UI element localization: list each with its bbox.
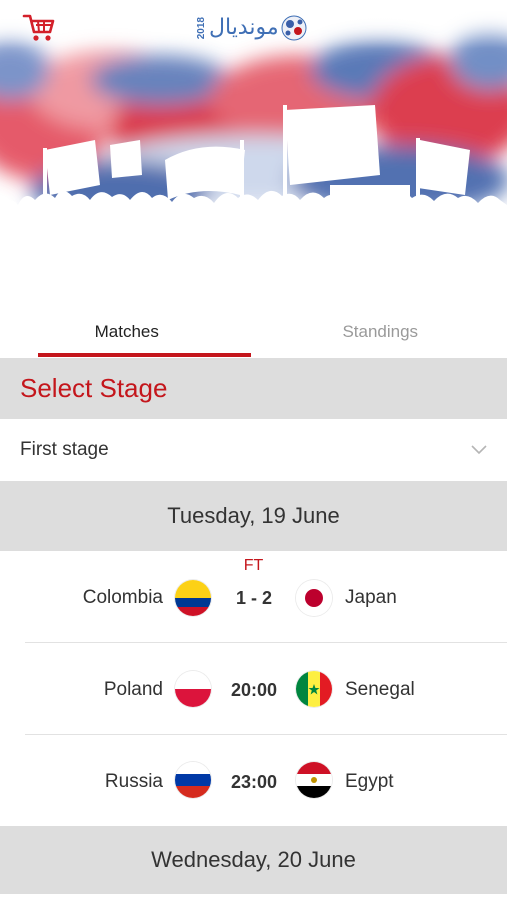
senegal-flag-icon <box>296 671 332 707</box>
home-team-name: Colombia <box>82 587 163 608</box>
tab-standings-label: Standings <box>342 322 419 341</box>
home-team-name: Poland <box>103 679 163 700</box>
date-label: Wednesday, 20 June <box>151 847 356 872</box>
tab-matches[interactable]: Matches <box>0 306 254 358</box>
match-row[interactable]: FT Colombia 1 - 2 Japan <box>0 551 507 643</box>
russia-flag-icon <box>175 762 211 798</box>
match-status: FT <box>243 557 264 574</box>
app-logo: 2018 مونديال <box>196 10 307 46</box>
poland-flag-icon <box>175 671 211 707</box>
tab-matches-label: Matches <box>94 322 159 341</box>
stage-title: Select Stage <box>20 373 168 403</box>
away-team-name: Egypt <box>345 771 394 792</box>
stage-dropdown[interactable]: First stage <box>0 419 507 481</box>
date-header: Wednesday, 20 June <box>0 826 507 894</box>
away-team-name: Senegal <box>345 679 415 700</box>
home-team-name: Russia <box>104 771 163 792</box>
cart-icon[interactable] <box>22 12 56 44</box>
stage-section-header: Select Stage <box>0 358 507 419</box>
match-time: 23:00 <box>230 772 278 792</box>
tab-bar: Matches Standings <box>0 306 507 358</box>
away-team-name: Japan <box>345 587 397 608</box>
egypt-flag-icon <box>296 762 332 798</box>
match-time: 20:00 <box>230 680 278 700</box>
football-icon <box>281 15 307 41</box>
hero-header: 2018 مونديال <box>0 0 507 270</box>
chevron-down-icon <box>471 445 487 455</box>
logo-year: 2018 <box>196 16 207 40</box>
match-row[interactable]: Poland 20:00 Senegal <box>0 643 507 735</box>
colombia-flag-icon <box>175 580 211 616</box>
japan-flag-icon <box>296 580 332 616</box>
stage-selected-value: First stage <box>20 439 109 460</box>
date-label: Tuesday, 19 June <box>167 503 340 528</box>
date-header: Tuesday, 19 June <box>0 481 507 551</box>
match-row[interactable]: Russia 23:00 Egypt <box>0 735 507 827</box>
active-tab-indicator <box>38 353 251 357</box>
match-score: 1 - 2 <box>235 588 273 608</box>
tab-standings[interactable]: Standings <box>254 306 507 358</box>
logo-text: مونديال <box>209 15 279 40</box>
